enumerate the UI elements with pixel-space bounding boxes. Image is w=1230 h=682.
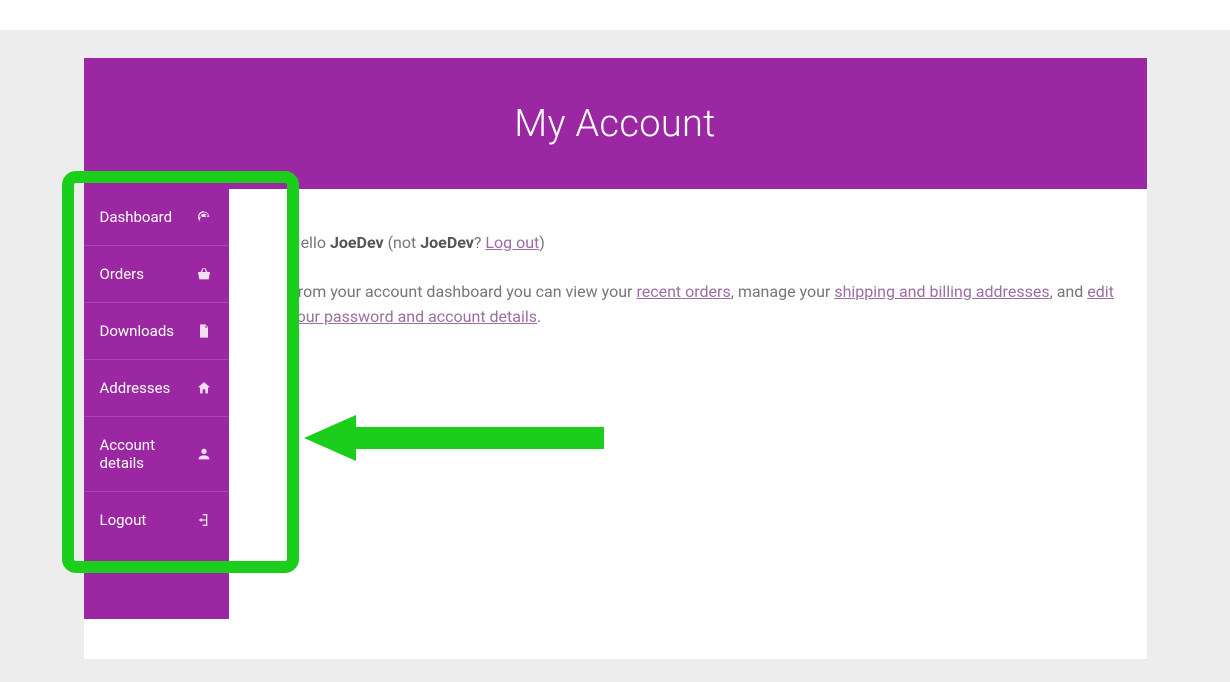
greeting-username2: JoeDev <box>420 233 474 252</box>
content-panel: Dashboard Orders Downloads Addresses <box>84 189 1147 659</box>
sidebar-item-label: Downloads <box>100 322 196 340</box>
basket-icon <box>195 265 213 283</box>
sidebar-item-label: Account details <box>100 436 196 472</box>
sidebar-item-downloads[interactable]: Downloads <box>84 303 230 360</box>
sidebar-item-logout[interactable]: Logout <box>84 492 230 548</box>
greeting-close: ) <box>539 233 545 252</box>
logout-link[interactable]: Log out <box>485 233 539 252</box>
dash-text-2: , manage your <box>731 282 835 301</box>
dashboard-icon <box>195 208 213 226</box>
home-icon <box>195 379 213 397</box>
sidebar-item-dashboard[interactable]: Dashboard <box>84 189 230 246</box>
dashboard-paragraph: From your account dashboard you can view… <box>289 280 1126 330</box>
account-sidebar: Dashboard Orders Downloads Addresses <box>84 189 230 619</box>
page-container: My Account Dashboard Orders Downloads <box>84 58 1147 659</box>
page-title: My Account <box>514 102 715 146</box>
greeting-username: JoeDev <box>330 233 384 252</box>
sidebar-item-orders[interactable]: Orders <box>84 246 230 303</box>
signout-icon <box>195 511 213 529</box>
dash-text-3: , and <box>1050 282 1088 301</box>
greeting-prefix: Hello <box>289 233 330 252</box>
sidebar-item-label: Orders <box>100 265 196 283</box>
user-icon <box>195 445 213 463</box>
addresses-link[interactable]: shipping and billing addresses <box>834 282 1049 301</box>
greeting-paragraph: Hello JoeDev (not JoeDev? Log out) <box>289 231 1126 256</box>
recent-orders-link[interactable]: recent orders <box>636 282 730 301</box>
sidebar-item-addresses[interactable]: Addresses <box>84 360 230 417</box>
page-hero: My Account <box>84 58 1147 189</box>
sidebar-item-label: Addresses <box>100 379 196 397</box>
not-suffix: ? <box>474 233 486 252</box>
dash-text-4: . <box>537 307 541 326</box>
top-strip <box>0 0 1230 30</box>
sidebar-item-label: Dashboard <box>100 208 196 226</box>
dash-text-1: From your account dashboard you can view… <box>289 282 636 301</box>
sidebar-item-account-details[interactable]: Account details <box>84 417 230 492</box>
sidebar-item-label: Logout <box>100 511 196 529</box>
file-icon <box>195 322 213 340</box>
not-prefix: (not <box>384 233 421 252</box>
content-body: Hello JoeDev (not JoeDev? Log out) From … <box>289 189 1146 619</box>
